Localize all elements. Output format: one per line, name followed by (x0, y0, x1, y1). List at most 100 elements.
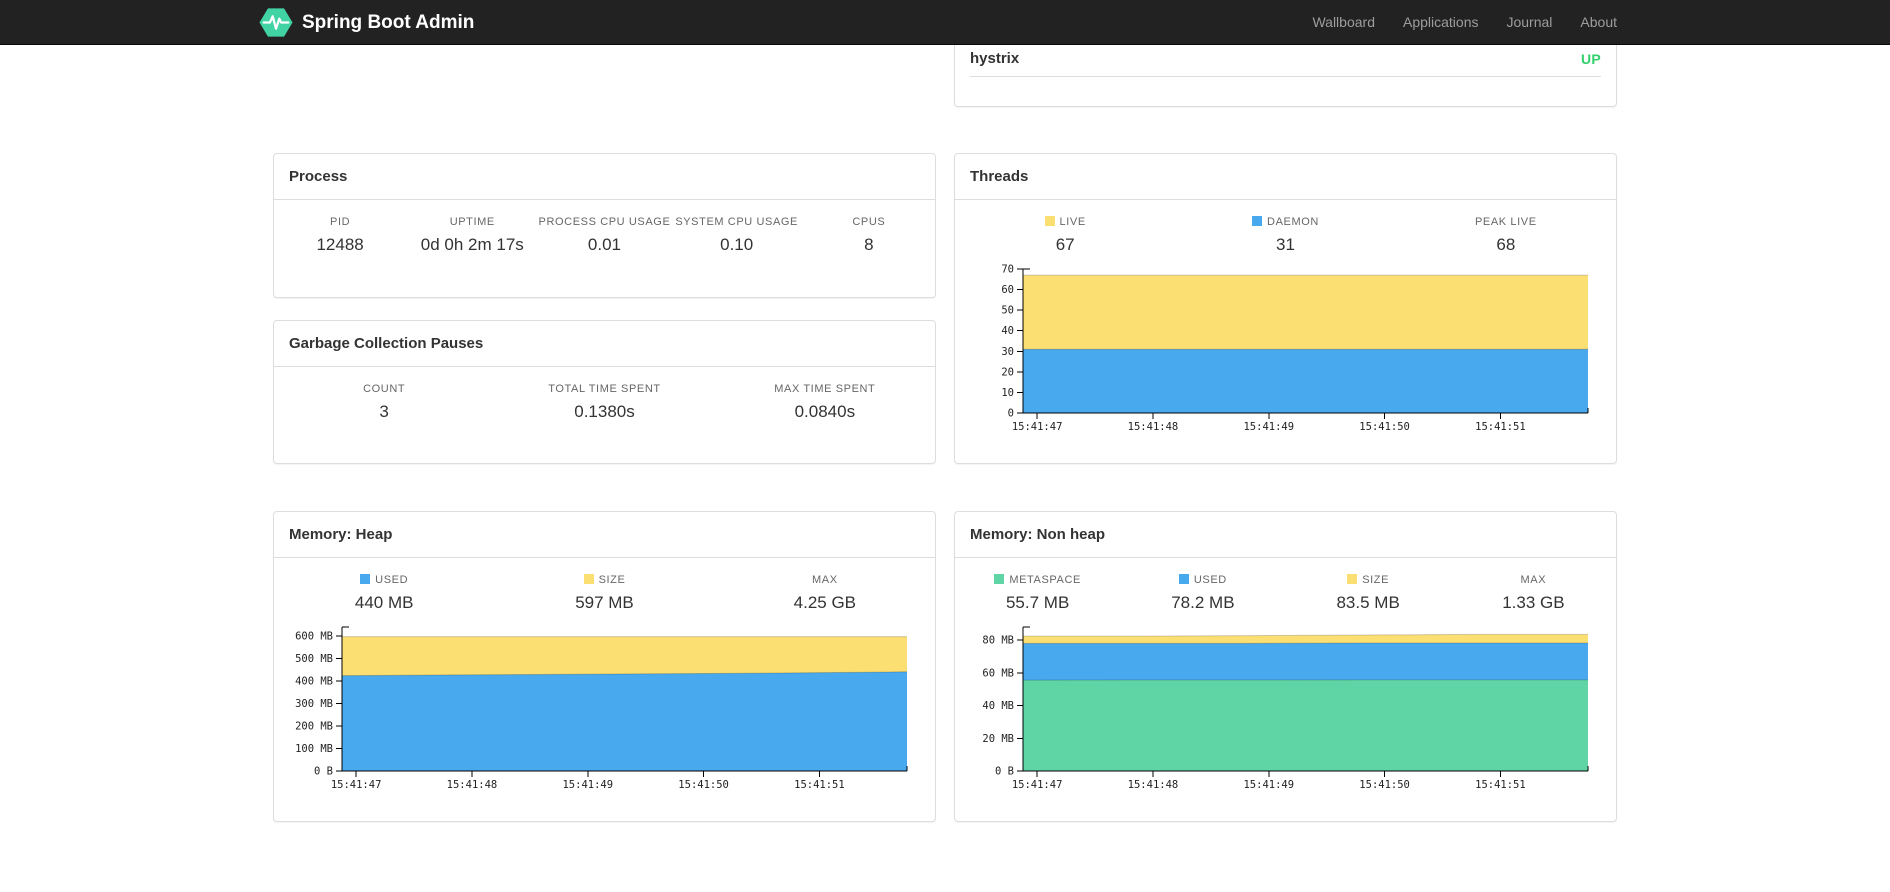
svg-text:0 B: 0 B (314, 766, 333, 778)
svg-text:40: 40 (1001, 325, 1014, 337)
metric-heap-used-label: USED (274, 574, 494, 593)
threads-chart: 0 10 20 30 40 50 60 70 15:41:47 15:41:48 15:41:49 1… (965, 261, 1600, 437)
svg-text:20 MB: 20 MB (982, 733, 1014, 745)
brand-logo-icon (259, 7, 293, 38)
metric-uptime-value: 0d 0h 2m 17s (420, 235, 524, 254)
metric-cpus-value: 8 (864, 235, 874, 254)
svg-text:20: 20 (1001, 366, 1014, 378)
metric-heap-size-value: 597 MB (575, 593, 634, 612)
svg-text:50: 50 (1001, 305, 1014, 317)
process-metrics: PID UPTIME PROCESS CPU USAGE SYSTEM CPU … (274, 216, 935, 255)
metric-nonheap-used-label: USED (1120, 574, 1285, 593)
svg-text:15:41:47: 15:41:47 (1012, 779, 1063, 791)
metric-heap-max-value: 4.25 GB (793, 593, 857, 612)
metric-nonheap-size-value: 83.5 MB (1336, 593, 1400, 612)
memory-nonheap-panel: Memory: Non heap METASPACE USED SIZE MAX… (954, 511, 1617, 822)
metric-process-cpu-value: 0.01 (587, 235, 622, 254)
brand-link[interactable]: Spring Boot Admin (259, 7, 474, 38)
metric-peak-live-value: 68 (1496, 235, 1516, 254)
gc-panel-title: Garbage Collection Pauses (274, 321, 935, 367)
svg-text:15:41:49: 15:41:49 (1243, 779, 1294, 791)
nav-item-applications[interactable]: Applications (1389, 0, 1493, 45)
metric-nonheap-max-label: MAX (1520, 574, 1547, 586)
metaspace-swatch-icon (994, 574, 1005, 584)
metric-live-value: 67 (1055, 235, 1075, 254)
services-panel: hystrix UP (954, 45, 1617, 107)
process-panel: Process PID UPTIME PROCESS CPU USAGE SYS… (273, 153, 936, 298)
nav-item-wallboard[interactable]: Wallboard (1298, 0, 1389, 45)
svg-text:80 MB: 80 MB (982, 635, 1014, 647)
svg-text:200 MB: 200 MB (295, 721, 333, 733)
service-row[interactable]: hystrix UP (970, 45, 1601, 77)
nav-item-about[interactable]: About (1566, 0, 1617, 45)
memory-heap-chart: 0 B 100 MB 200 MB 300 MB 400 MB 500 MB 600 MB 1… (284, 619, 919, 795)
metric-pid-value: 12488 (316, 235, 364, 254)
metric-system-cpu-value: 0.10 (720, 235, 754, 254)
brand-title: Spring Boot Admin (302, 11, 475, 33)
memory-heap-panel: Memory: Heap USED SIZE MAX 440 MB 597 MB… (273, 511, 936, 822)
svg-text:100 MB: 100 MB (295, 743, 333, 755)
metric-daemon-label: DAEMON (1175, 216, 1395, 235)
metric-gc-max-value: 0.0840s (794, 402, 856, 421)
metric-gc-total-label: TOTAL TIME SPENT (548, 383, 661, 395)
service-status-badge: UP (1580, 50, 1601, 67)
svg-text:500 MB: 500 MB (295, 653, 333, 665)
gc-metrics: COUNT TOTAL TIME SPENT MAX TIME SPENT 3 … (274, 383, 935, 422)
threads-panel: Threads LIVE DAEMON PEAK LIVE 67 31 68 0… (954, 153, 1617, 464)
metric-uptime-label: UPTIME (449, 216, 495, 228)
metric-gc-count-value: 3 (379, 402, 389, 421)
heap-used-swatch-icon (360, 574, 371, 584)
metric-live-label: LIVE (955, 216, 1175, 235)
metric-process-cpu-label: PROCESS CPU USAGE (538, 216, 671, 228)
nonheap-size-swatch-icon (1347, 574, 1358, 584)
daemon-swatch-icon (1252, 216, 1263, 226)
metric-daemon-value: 31 (1276, 235, 1295, 254)
memory-heap-panel-title: Memory: Heap (274, 512, 935, 558)
metric-metaspace-label: METASPACE (955, 574, 1120, 593)
threads-legend: LIVE DAEMON PEAK LIVE 67 31 68 (955, 216, 1616, 255)
navbar-menu: Wallboard Applications Journal About (1298, 0, 1617, 45)
metric-heap-max-label: MAX (812, 574, 838, 586)
svg-text:15:41:47: 15:41:47 (1012, 421, 1063, 433)
metric-peak-live-label: PEAK LIVE (1475, 216, 1537, 228)
svg-text:0 B: 0 B (995, 766, 1014, 778)
svg-text:40 MB: 40 MB (982, 700, 1014, 712)
svg-text:30: 30 (1001, 346, 1014, 358)
threads-panel-title: Threads (955, 154, 1616, 200)
metric-gc-max-label: MAX TIME SPENT (774, 383, 876, 395)
svg-text:10: 10 (1001, 387, 1014, 399)
metric-system-cpu-label: SYSTEM CPU USAGE (675, 216, 798, 228)
metric-heap-used-value: 440 MB (354, 593, 414, 612)
svg-text:0: 0 (1008, 408, 1014, 420)
svg-text:15:41:48: 15:41:48 (447, 779, 498, 791)
metric-cpus-label: CPUS (852, 216, 886, 228)
svg-text:15:41:49: 15:41:49 (562, 779, 613, 791)
metric-heap-size-label: SIZE (494, 574, 714, 593)
live-swatch-icon (1044, 216, 1055, 226)
svg-text:70: 70 (1001, 264, 1014, 276)
service-name[interactable]: hystrix (970, 50, 1019, 67)
svg-text:400 MB: 400 MB (295, 676, 333, 688)
metric-nonheap-size-label: SIZE (1286, 574, 1451, 593)
metric-gc-total-value: 0.1380s (574, 402, 635, 421)
gc-panel: Garbage Collection Pauses COUNT TOTAL TI… (273, 320, 936, 464)
memory-nonheap-chart: 0 B 20 MB 40 MB 60 MB 80 MB 15:41:47 15:41:48 1… (965, 619, 1600, 795)
nonheap-legend: METASPACE USED SIZE MAX 55.7 MB 78.2 MB … (955, 574, 1616, 613)
svg-text:15:41:51: 15:41:51 (1475, 421, 1526, 433)
svg-text:15:41:48: 15:41:48 (1128, 421, 1179, 433)
svg-text:600 MB: 600 MB (295, 631, 333, 643)
svg-text:60: 60 (1001, 284, 1014, 296)
metric-pid-label: PID (330, 216, 351, 228)
svg-text:15:41:51: 15:41:51 (794, 779, 845, 791)
heap-size-swatch-icon (583, 574, 594, 584)
svg-text:15:41:49: 15:41:49 (1243, 421, 1294, 433)
svg-text:15:41:50: 15:41:50 (678, 779, 729, 791)
svg-text:15:41:50: 15:41:50 (1359, 421, 1410, 433)
nav-item-journal[interactable]: Journal (1492, 0, 1566, 45)
metric-nonheap-used-value: 78.2 MB (1171, 593, 1235, 612)
svg-text:15:41:50: 15:41:50 (1359, 779, 1410, 791)
nonheap-used-swatch-icon (1178, 574, 1189, 584)
memory-nonheap-panel-title: Memory: Non heap (955, 512, 1616, 558)
metric-gc-count-label: COUNT (363, 383, 406, 395)
svg-text:15:41:48: 15:41:48 (1128, 779, 1179, 791)
